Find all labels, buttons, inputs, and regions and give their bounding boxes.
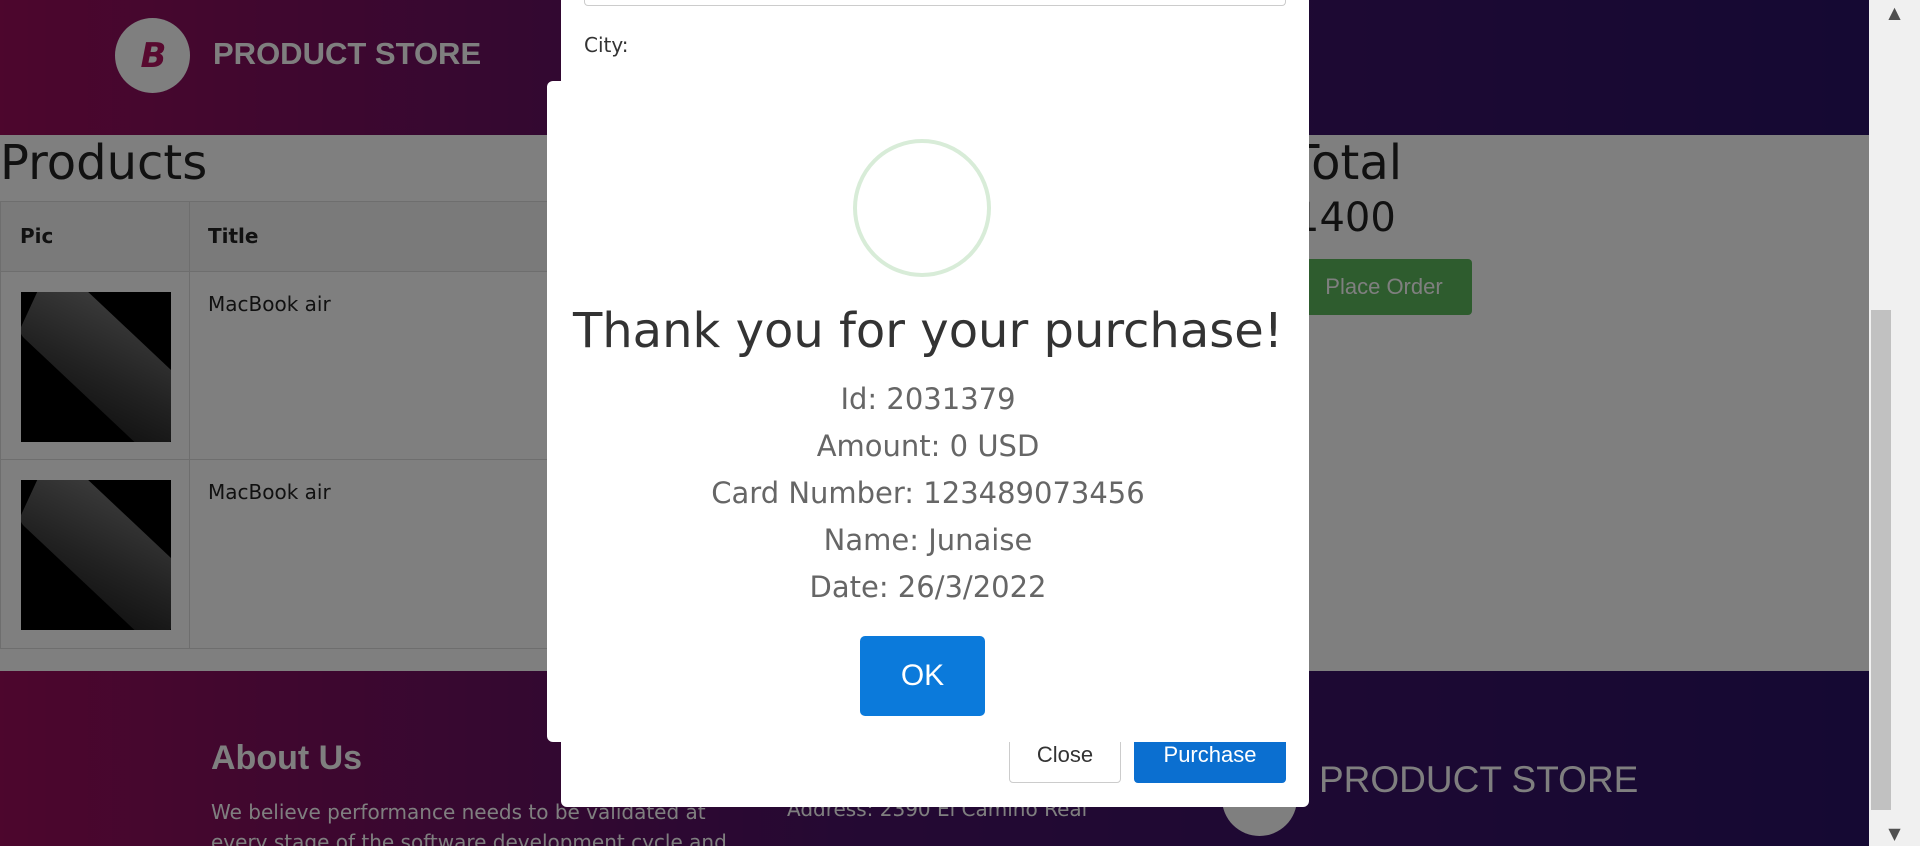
scroll-up-icon[interactable]: ▲ — [1869, 0, 1920, 25]
order-id: Id: 2031379 — [840, 382, 1016, 416]
city-label: City: — [584, 33, 629, 57]
success-check-icon — [853, 139, 991, 277]
ok-button[interactable]: OK — [860, 636, 985, 716]
order-date: Date: 26/3/2022 — [809, 570, 1047, 604]
scrollbar-thumb[interactable] — [1871, 310, 1891, 810]
order-amount: Amount: 0 USD — [816, 429, 1040, 463]
scroll-down-icon[interactable]: ▼ — [1869, 821, 1920, 846]
order-name: Name: Junaise — [823, 523, 1033, 557]
order-card-number: Card Number: 123489073456 — [711, 476, 1145, 510]
page-scrollbar[interactable]: ▲ ▼ — [1869, 0, 1920, 846]
country-input[interactable] — [584, 0, 1286, 6]
purchase-confirmation-dialog: Thank you for your purchase! Id: 2031379… — [547, 81, 1309, 742]
confirmation-title: Thank you for your purchase! — [572, 303, 1284, 359]
order-details: Id: 2031379 Amount: 0 USD Card Number: 1… — [547, 376, 1309, 611]
